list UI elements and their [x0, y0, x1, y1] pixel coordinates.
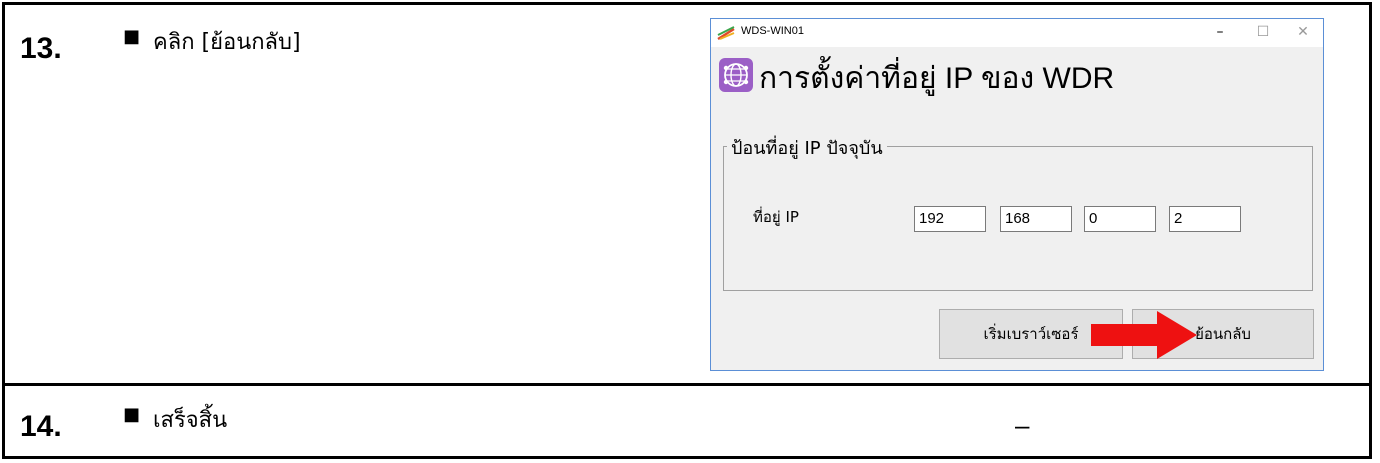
- step-14-text: เสร็จสิ้น: [153, 408, 228, 433]
- row-divider: [5, 383, 1369, 386]
- step-14-bullet: ■: [123, 404, 141, 425]
- maximize-button[interactable]: ☐: [1248, 22, 1278, 42]
- wds-window: WDS-WIN01 – ☐ ✕ การตั้งค่าที่อยู่ IP ของ…: [710, 18, 1324, 371]
- window-title: WDS-WIN01: [741, 25, 804, 37]
- close-button[interactable]: ✕: [1288, 22, 1318, 42]
- step-13-number: 13.: [20, 32, 62, 65]
- red-arrow-icon: [1091, 311, 1197, 359]
- window-titlebar[interactable]: WDS-WIN01 – ☐ ✕: [711, 19, 1323, 47]
- ip-group-label: ป้อนที่อยู่ IP ปัจจุบัน: [727, 133, 887, 162]
- ip-octet-1-input[interactable]: 192: [914, 206, 986, 232]
- ip-octet-4-input[interactable]: 2: [1169, 206, 1241, 232]
- ip-address-label: ที่อยู่ IP: [753, 208, 799, 226]
- minimize-button[interactable]: –: [1205, 22, 1235, 42]
- ip-octet-3-input[interactable]: 0: [1084, 206, 1156, 232]
- wds-app-icon: [717, 26, 735, 40]
- step-13-text: คลิก [ย้อนกลับ]: [153, 30, 301, 55]
- step-13-bullet: ■: [123, 26, 141, 47]
- step-14-number: 14.: [20, 410, 62, 443]
- window-heading: การตั้งค่าที่อยู่ IP ของ WDR: [759, 62, 1115, 95]
- network-globe-icon: [719, 58, 753, 92]
- step-14-result: –: [1015, 410, 1030, 440]
- ip-octet-2-input[interactable]: 168: [1000, 206, 1072, 232]
